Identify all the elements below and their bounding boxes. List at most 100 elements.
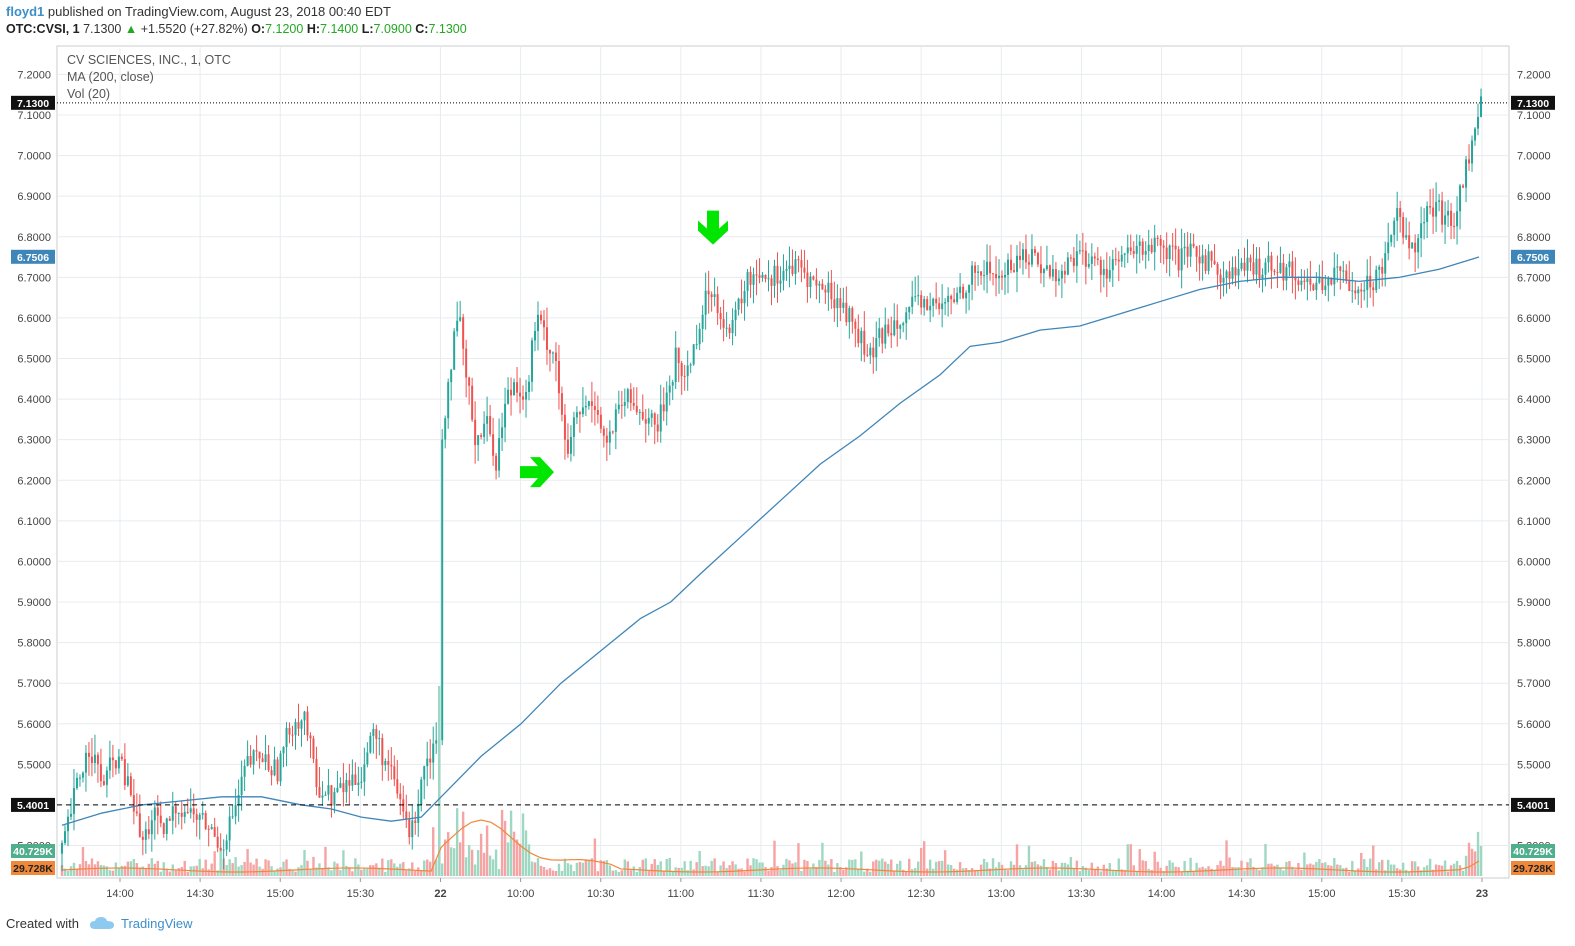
volume-bar — [1249, 858, 1252, 876]
candle-body — [1096, 258, 1099, 260]
volume-bar — [1392, 864, 1396, 876]
volume-bar — [168, 871, 171, 876]
volume-bar — [449, 847, 453, 876]
candle-body — [393, 766, 396, 780]
candle-body — [1297, 280, 1300, 285]
volume-bar — [830, 859, 833, 876]
x-tick-label: 14:30 — [186, 888, 214, 900]
symbol-label: OTC:CVSI, 1 — [6, 22, 80, 36]
volume-bar — [1141, 860, 1144, 876]
volume-bar — [1297, 862, 1300, 876]
volume-bar — [303, 850, 306, 876]
candle-body — [78, 777, 81, 779]
volume-bar — [1060, 862, 1064, 876]
y-tick-label-left: 5.9000 — [17, 597, 51, 609]
volume-bar — [1036, 864, 1040, 876]
candle-body — [629, 389, 632, 403]
volume-bar — [1345, 867, 1348, 876]
volume-bar — [611, 870, 615, 876]
price-change: +1.5520 (+27.82%) — [140, 22, 248, 36]
candle-body — [1132, 250, 1135, 254]
legend-title: CV SCIENCES, INC., 1, OTC — [67, 53, 231, 67]
volume-bar — [461, 811, 465, 876]
candle-body — [186, 811, 189, 813]
volume-bar — [692, 869, 695, 876]
candle-body — [192, 808, 195, 815]
candle-body — [701, 314, 704, 329]
volume-bar — [539, 865, 543, 876]
volume-bar — [949, 864, 953, 876]
volume-bar — [123, 865, 127, 876]
volume-bar — [848, 859, 851, 876]
candle-body — [1261, 274, 1264, 279]
volume-bar — [722, 861, 725, 876]
candle-body — [584, 406, 587, 408]
candle-body — [1330, 278, 1333, 285]
volume-bar — [755, 859, 758, 876]
candle-body — [830, 282, 833, 300]
candle-body — [563, 414, 566, 440]
author-name[interactable]: floyd1 — [6, 4, 44, 19]
candle-body — [1390, 234, 1393, 243]
tradingview-brand-link[interactable]: TradingView — [121, 916, 193, 931]
candle-body — [1039, 264, 1042, 274]
candle-body — [1171, 245, 1174, 247]
volume-bar — [147, 863, 151, 876]
candle-body — [878, 328, 881, 339]
candle-body — [486, 416, 489, 424]
volume-bar — [180, 867, 183, 876]
candle-body — [887, 324, 890, 334]
candle-body — [779, 280, 782, 284]
candle-body — [971, 265, 974, 285]
volume-bar — [144, 868, 148, 876]
volume-bar — [734, 864, 737, 876]
last-price-label-left: 7.1300 — [17, 98, 49, 110]
candle-body — [842, 302, 845, 308]
candle-body — [1381, 266, 1384, 274]
volume-bar — [174, 869, 177, 876]
candle-body — [692, 344, 695, 365]
volume-bar — [1276, 864, 1279, 876]
candle-body — [1408, 235, 1411, 249]
volume-bar — [204, 859, 207, 876]
volume-bar — [285, 859, 288, 876]
volume-bar — [521, 813, 525, 876]
volume-bar — [728, 865, 731, 876]
high-label: H: — [306, 22, 321, 36]
volume-bar — [1300, 869, 1303, 876]
candle-body — [1201, 255, 1204, 264]
ma-value-label-left: 6.7506 — [17, 252, 49, 264]
candle-body — [1264, 262, 1267, 275]
candle-body — [297, 722, 300, 729]
volume-bar — [605, 860, 609, 876]
volume-bar — [1240, 860, 1243, 876]
candle-body — [246, 755, 249, 766]
volume-bar — [1270, 863, 1273, 876]
volume-bar — [1198, 867, 1201, 876]
volume-bar — [1318, 859, 1321, 876]
candle-body — [1450, 210, 1453, 226]
volume-bar — [78, 864, 82, 876]
volume-bar — [557, 863, 561, 876]
volume-bar — [464, 857, 468, 876]
candle-body — [1004, 275, 1007, 278]
candle-body — [174, 806, 177, 814]
candle-body — [114, 760, 117, 769]
price-chart[interactable]: 7.2000 7.2000 7.1000 7.1000 7.0000 7.0000 6.90… — [0, 40, 1575, 905]
candle-body — [468, 377, 471, 386]
candle-body — [656, 424, 659, 432]
y-tick-label-left: 7.0000 — [17, 151, 51, 163]
candle-body — [1270, 255, 1273, 271]
y-tick-label-left: 6.3000 — [17, 435, 51, 447]
volume-bar — [446, 832, 450, 876]
candle-body — [1210, 251, 1213, 261]
candle-body — [653, 413, 656, 425]
volume-bar — [111, 870, 115, 876]
candle-body — [450, 369, 453, 383]
candle-body — [117, 756, 120, 769]
volume-bar — [1099, 871, 1103, 876]
candle-body — [716, 294, 719, 314]
candle-body — [977, 271, 980, 273]
x-tick-label: 10:30 — [587, 888, 615, 900]
volume-bar — [578, 862, 582, 876]
